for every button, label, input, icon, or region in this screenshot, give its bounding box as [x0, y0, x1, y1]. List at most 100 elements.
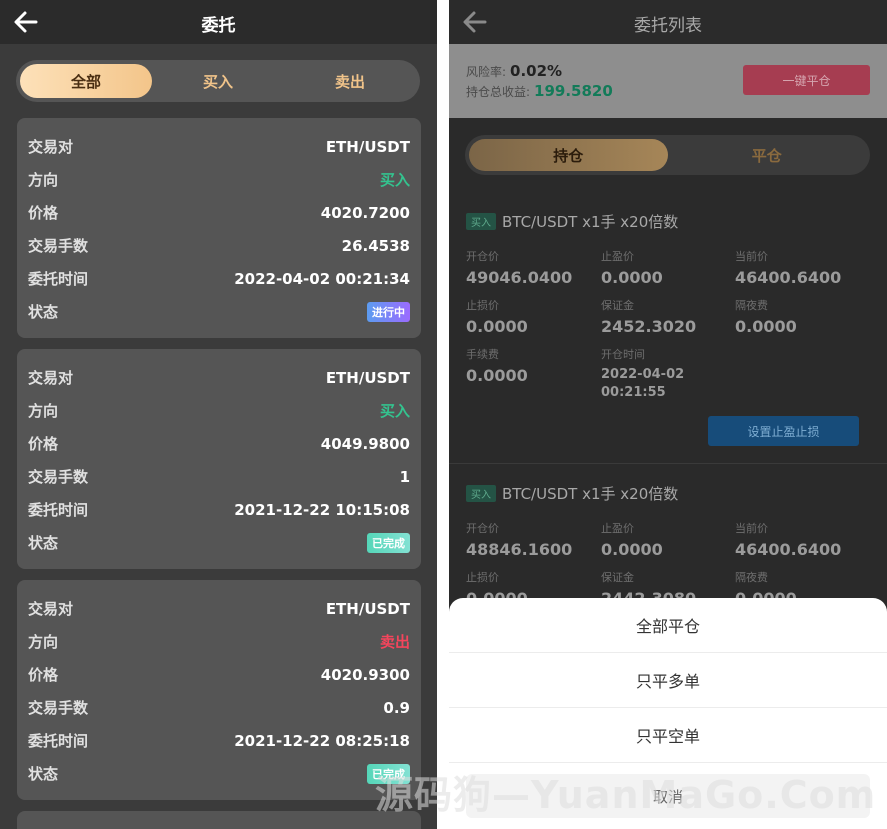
stop-loss-label: 止损价 — [466, 571, 499, 584]
current-price-value: 46400.6400 — [735, 540, 842, 559]
open-price-value: 49046.0400 — [466, 268, 573, 287]
amount-value: 0.9 — [383, 698, 410, 717]
direction-label: 方向 — [28, 402, 59, 420]
position-header: 买入 BTC/USDT x1手 x20倍数 — [466, 483, 678, 504]
tab-holding[interactable]: 持仓 — [469, 139, 668, 171]
close-all-option[interactable]: 全部平仓 — [449, 598, 887, 653]
pair-label: 交易对 — [28, 600, 74, 618]
page-title: 委托列表 — [634, 16, 702, 36]
top-bar: 委托 — [0, 0, 437, 44]
status-badge: 已完成 — [367, 532, 410, 553]
open-price-label: 开仓价 — [466, 250, 499, 263]
tab-closed[interactable]: 平仓 — [668, 139, 867, 171]
position-symbol: BTC/USDT x1手 x20倍数 — [502, 213, 679, 231]
time-value: 2021-12-22 10:15:08 — [234, 500, 410, 519]
open-price-value: 48846.1600 — [466, 540, 573, 559]
take-profit-value: 0.0000 — [601, 540, 663, 559]
total-profit-value: 199.5820 — [534, 82, 613, 100]
direction-tag: 买入 — [466, 485, 496, 502]
risk-summary: 风险率: 0.02% 持仓总收益: 199.5820 一键平仓 — [449, 44, 887, 118]
stop-loss-cell: 止损价 0.0000 — [466, 297, 601, 336]
tab-buy[interactable]: 买入 — [152, 64, 284, 98]
margin-cell: 保证金 2452.3020 — [601, 297, 736, 336]
status-badge: 进行中 — [367, 301, 410, 322]
amount-label: 交易手数 — [28, 699, 89, 717]
price-value: 4020.9300 — [320, 665, 410, 684]
page-title: 委托 — [201, 16, 236, 36]
price-label: 价格 — [28, 204, 59, 222]
current-price-cell: 当前价 46400.6400 — [735, 520, 870, 559]
direction-value: 买入 — [379, 402, 410, 420]
direction-tag: 买入 — [466, 213, 496, 230]
direction-value: 卖出 — [379, 633, 410, 651]
risk-rate-label: 风险率: — [466, 65, 507, 79]
divider — [449, 463, 887, 464]
amount-label: 交易手数 — [28, 237, 89, 255]
pair-label: 交易对 — [28, 138, 74, 156]
take-profit-value: 0.0000 — [601, 268, 663, 287]
order-card: 交易对 ETH/USDT 方向 买入 价格 4049.9800 交易手数 1 委托时间 2… — [17, 349, 421, 569]
direction-label: 方向 — [28, 633, 59, 651]
top-bar: 委托列表 — [449, 0, 887, 44]
price-label: 价格 — [28, 666, 59, 684]
direction-label: 方向 — [28, 171, 59, 189]
open-time-cell: 开仓时间 2022-04-02 00:21:55 — [601, 346, 736, 402]
status-label: 状态 — [28, 303, 59, 321]
status-label: 状态 — [28, 765, 59, 783]
risk-rate-value: 0.02% — [510, 62, 563, 80]
order-list-screen: 委托 全部 买入 卖出 交易对 ETH/USDT 方向 买入 价格 4020.7200… — [0, 0, 437, 829]
amount-value: 26.4538 — [341, 236, 410, 255]
overnight-fee-label: 隔夜费 — [735, 299, 768, 312]
filter-tabs: 全部 买入 卖出 — [16, 60, 420, 102]
time-value: 2021-12-22 08:25:18 — [234, 731, 410, 750]
position-tabs: 持仓 平仓 — [465, 135, 870, 175]
fee-cell: 手续费 0.0000 — [466, 346, 601, 385]
fee-value: 0.0000 — [466, 366, 528, 385]
time-value: 2022-04-02 00:21:34 — [234, 269, 410, 288]
overnight-fee-value: 0.0000 — [735, 317, 797, 336]
position-item: 买入 BTC/USDT x1手 x20倍数 开仓价 49046.0400 止盈价… — [449, 211, 887, 461]
open-price-label: 开仓价 — [466, 522, 499, 535]
order-card: 交易对 ETH/USDT 方向 卖出 价格 4020.9300 交易手数 0.9 委托时… — [17, 580, 421, 800]
time-label: 委托时间 — [28, 501, 89, 519]
open-time-clock: 00:21:55 — [601, 385, 666, 400]
close-all-button[interactable]: 一键平仓 — [743, 65, 870, 95]
pair-value: ETH/USDT — [325, 368, 410, 387]
close-long-option[interactable]: 只平多单 — [449, 653, 887, 708]
price-value: 4049.9800 — [320, 434, 410, 453]
price-value: 4020.7200 — [320, 203, 410, 222]
amount-value: 1 — [399, 467, 410, 486]
stop-loss-value: 0.0000 — [466, 317, 528, 336]
position-list-screen: 委托列表 风险率: 0.02% 持仓总收益: 199.5820 一键平仓 持仓 平仓… — [449, 0, 887, 829]
open-time-date: 2022-04-02 — [601, 367, 685, 382]
close-short-option[interactable]: 只平空单 — [449, 708, 887, 763]
status-label: 状态 — [28, 534, 59, 552]
margin-label: 保证金 — [601, 299, 634, 312]
margin-label: 保证金 — [601, 571, 634, 584]
total-profit-label: 持仓总收益: — [466, 85, 531, 99]
amount-label: 交易手数 — [28, 468, 89, 486]
take-profit-label: 止盈价 — [601, 250, 634, 263]
margin-value: 2452.3020 — [601, 317, 697, 336]
time-label: 委托时间 — [28, 732, 89, 750]
pair-value: ETH/USDT — [325, 599, 410, 618]
set-tp-sl-button[interactable]: 设置止盈止损 — [708, 416, 859, 446]
position-header: 买入 BTC/USDT x1手 x20倍数 — [466, 211, 678, 232]
pair-label: 交易对 — [28, 369, 74, 387]
watermark: 源码狗—YuanMaGo.Com — [375, 773, 877, 817]
tab-all[interactable]: 全部 — [20, 64, 152, 98]
risk-rate: 风险率: 0.02% — [466, 62, 562, 80]
price-label: 价格 — [28, 435, 59, 453]
total-profit: 持仓总收益: 199.5820 — [466, 82, 613, 100]
stop-loss-label: 止损价 — [466, 299, 499, 312]
position-symbol: BTC/USDT x1手 x20倍数 — [502, 485, 679, 503]
overnight-fee-label: 隔夜费 — [735, 571, 768, 584]
open-price-cell: 开仓价 48846.1600 — [466, 520, 601, 559]
open-time-label: 开仓时间 — [601, 348, 645, 361]
current-price-label: 当前价 — [735, 250, 768, 263]
current-price-value: 46400.6400 — [735, 268, 842, 287]
fee-label: 手续费 — [466, 348, 499, 361]
current-price-label: 当前价 — [735, 522, 768, 535]
overnight-fee-cell: 隔夜费 0.0000 — [735, 297, 870, 336]
tab-sell[interactable]: 卖出 — [284, 64, 416, 98]
